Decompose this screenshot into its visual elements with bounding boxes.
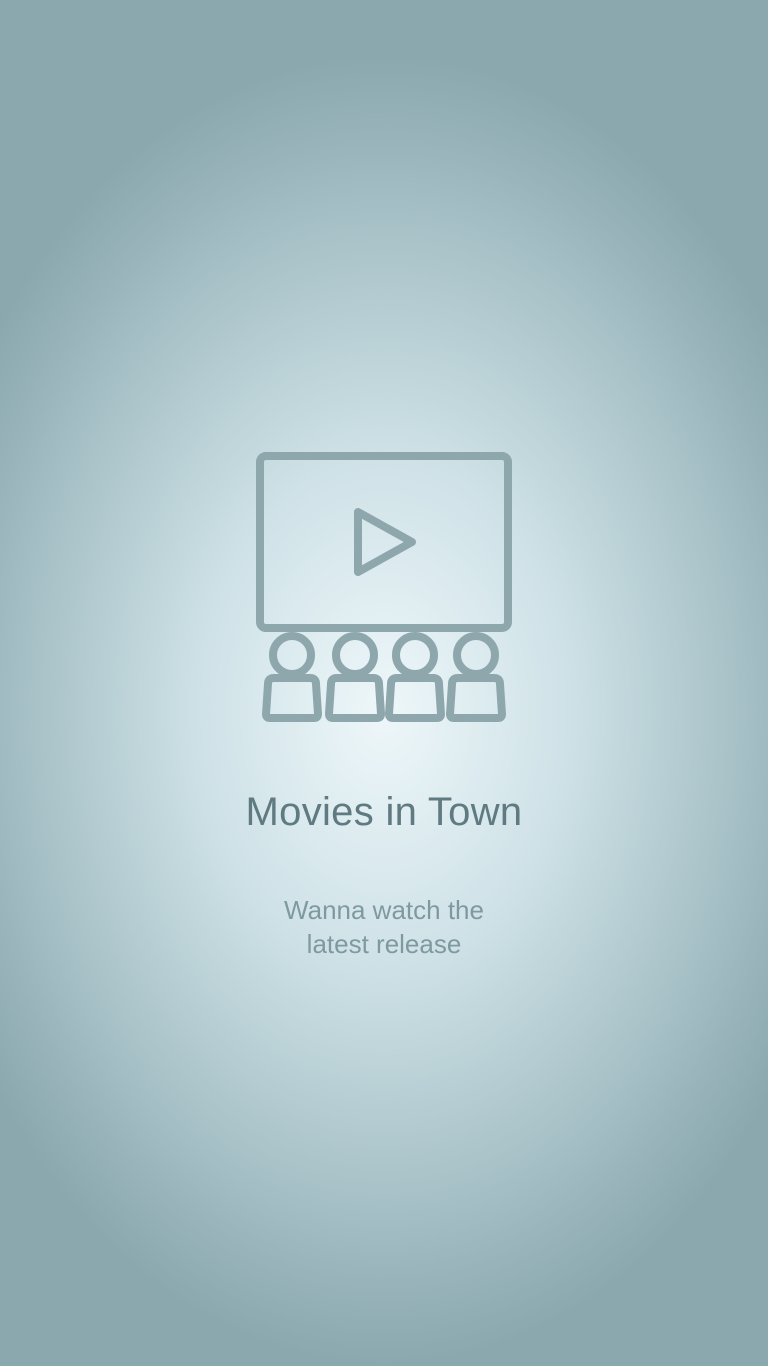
audience-person-icon <box>262 632 322 722</box>
tagline-line-2: latest release <box>306 929 462 959</box>
audience-person-icon <box>446 632 506 722</box>
tagline-line-1: Wanna watch the <box>284 895 484 925</box>
movie-screen-frame <box>256 452 512 632</box>
play-icon <box>354 508 416 576</box>
audience-person-icon <box>325 632 385 722</box>
splash-screen: Movies in Town Wanna watch the latest re… <box>0 0 768 1366</box>
app-tagline: Wanna watch the latest release <box>234 893 534 961</box>
cinema-screen-audience-icon <box>256 452 512 722</box>
audience-person-icon <box>385 632 445 722</box>
app-title: Movies in Town <box>245 790 523 834</box>
